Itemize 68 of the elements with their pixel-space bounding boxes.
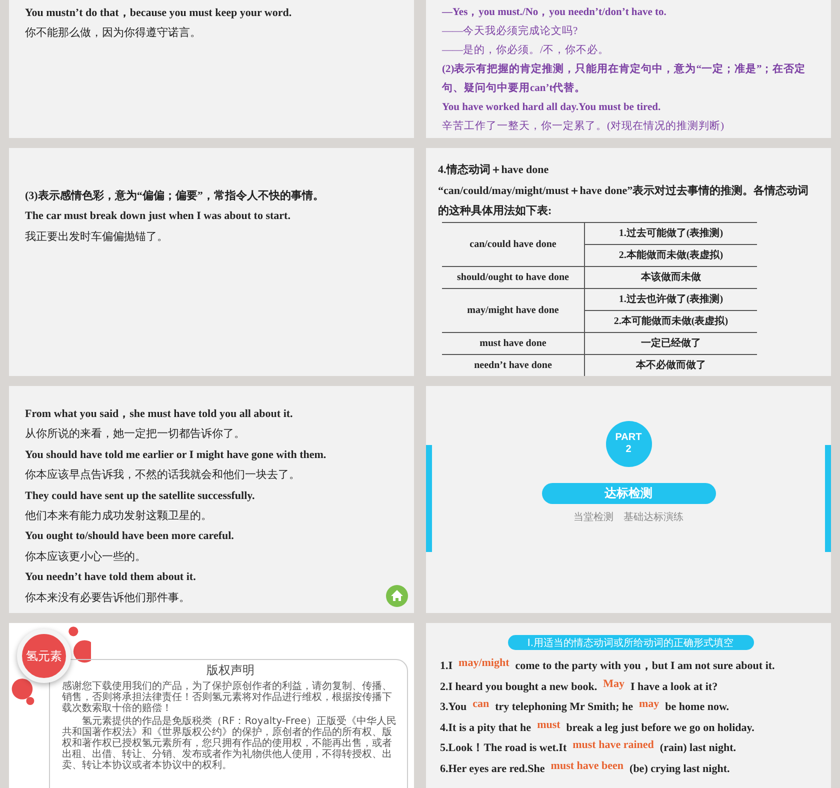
question-text: (rain) last night. [660, 741, 736, 756]
slide-card[interactable] [9, 386, 414, 613]
slide-text: ——今天我必须完成论文吗? [442, 24, 579, 39]
slide-heading: 4.情态动词＋have done [438, 162, 550, 178]
slide-card[interactable] [9, 623, 414, 788]
slide-text: From what you said，she must have told you all about it. [25, 407, 294, 422]
notice-text: 氢元素提供的作品是免版税类（RF：Royalty-Free）正版受《中华人民共和国著作权法》和《世界版权公约》的保护，原创者的作品的所有权、版权和著作权已授权氢元素所有，您只拥有作品的使用权，不能再出售，或者出租、出借、转让、分销、发布或者作为礼物供他人使用，不得转授权、出卖、转让本协议或者本协议中的权利。 [62, 716, 398, 771]
slide-text: —Yes，you must./No，you needn’t/don’t have to. [442, 6, 668, 20]
question-text: 2.I heard you bought a new book. [440, 680, 598, 694]
part-badge: PART 2 [606, 421, 652, 467]
table-cell: 一定已经做了 [584, 332, 757, 354]
answer-text: may/might [458, 656, 510, 671]
question-text: 1.I [440, 659, 453, 674]
slide-text: You ought to/should have been more careful. [25, 529, 235, 544]
slide-text: 辛苦工作了一整天，你一定累了。(对现在情况的推测判断) [442, 119, 725, 134]
slide-card[interactable] [426, 0, 831, 138]
question-text: 3.You [440, 700, 467, 715]
notice-text: 感谢您下载使用我们的产品，为了保护原创作者的利益，请勿复制、传播、销售，否则将承担法律责任！否则氢元素将对作品进行维权，根据按传播下载次数索取十倍的赔偿！ [62, 681, 393, 714]
slide-card[interactable] [426, 623, 831, 788]
slide-text: 你本应该更小心一些的。 [25, 550, 147, 565]
slide-text: They could have sent up the satellite successfully. [25, 488, 256, 504]
question-text: be home now. [665, 700, 730, 715]
exercise-header: Ⅰ.用适当的情态动词或所给动词的正确形式填空 [508, 635, 754, 650]
table-cell: must have done [442, 332, 584, 354]
question-text: break a leg just before we go on holiday. [566, 720, 754, 736]
table-cell: 2.本可能做而未做(表虚拟) [584, 310, 757, 332]
slide-text: 我正要出发时车偏偏抛锚了。 [25, 230, 169, 245]
slide-text: 他们本来有能力成功发射这颗卫星的。 [25, 508, 213, 524]
slide-text: ——是的，你必须。/不，你不必。 [442, 44, 610, 58]
slide-text: 从你所说的来看，她一定把一切都告诉你了。 [25, 426, 246, 442]
table-cell: 1.过去也许做了(表推测) [584, 288, 757, 310]
question-text: 5.Look！The road is wet.It [440, 741, 567, 756]
slide-text: You mustn’t do that，because you must keep your word. [25, 6, 293, 21]
section-title: 达标检测 [542, 483, 716, 504]
table-cell: 1.过去可能做了(表推测) [584, 222, 757, 244]
slide-text: 你不能那么做，因为你得遵守诺言。 [25, 26, 202, 42]
notice-title: 版权声明 [206, 663, 254, 677]
slide-card[interactable] [426, 148, 831, 376]
table-cell: can/could have done [442, 222, 584, 266]
answer-text: must have rained [572, 738, 654, 753]
slide-text: The car must break down just when I was about to start. [25, 209, 292, 224]
slide-card[interactable]: (3)表示感情色彩，意为“偏偏；偏要”，常指令人不快的事情。 The car must break down just when I was about to start. 我正要出发时车偏偏抛锚了。 [9, 148, 414, 376]
slide-text: You should have told me earlier or I might have gone with them. [25, 448, 328, 463]
slide-text: You have worked hard all day.You must be tired. [442, 101, 662, 115]
question-text: 4.It is a pity that he [440, 720, 532, 736]
question-text: I have a look at it? [630, 680, 718, 694]
table-cell: may/might have done [442, 288, 584, 332]
answer-text: must [537, 718, 560, 732]
slide-text: (2)表示有把握的肯定推测，只能用在肯定句中，意为“一定；准是”；在否定句、疑问句中要用can’t代替。 [442, 62, 807, 96]
answer-text: May [603, 676, 624, 692]
slide-card[interactable]: You mustn’t do that，because you must keep your word. 你不能那么做，因为你得遵守诺言。 [9, 0, 414, 138]
slide-text: You needn’t have told them about it. [25, 570, 197, 586]
slide-text: 你本来没有必要告诉他们那件事。 [25, 590, 191, 606]
table-cell: 2.本能做而未做(表虚拟) [584, 244, 757, 266]
slide-text: 你本应该早点告诉我，不然的话我就会和他们一块去了。 [25, 468, 301, 484]
slide-text: “can/could/may/might/must＋have done”表示对过去事情的推测。各情态动词的这种具体用法如下表: [438, 184, 810, 219]
table-cell: 本该做而未做 [584, 266, 757, 288]
answer-text: must have been [550, 758, 624, 774]
answer-text: can [472, 697, 490, 712]
question-text: come to the party with you，but I am not sure about it. [515, 659, 775, 674]
section-subtitle: 当堂检测 基础达标演练 [574, 510, 684, 524]
question-text: (be) crying last night. [630, 762, 730, 776]
table-cell: 本不必做而做了 [584, 354, 757, 376]
slide-text: (3)表示感情色彩，意为“偏偏；偏要”，常指令人不快的事情。 [25, 188, 325, 204]
answer-text: may [639, 697, 660, 712]
question-text: 6.Her eyes are red.She [440, 762, 545, 776]
question-text: try telephoning Mr Smith; he [495, 700, 633, 715]
table-cell: should/ought to have done [442, 266, 584, 288]
